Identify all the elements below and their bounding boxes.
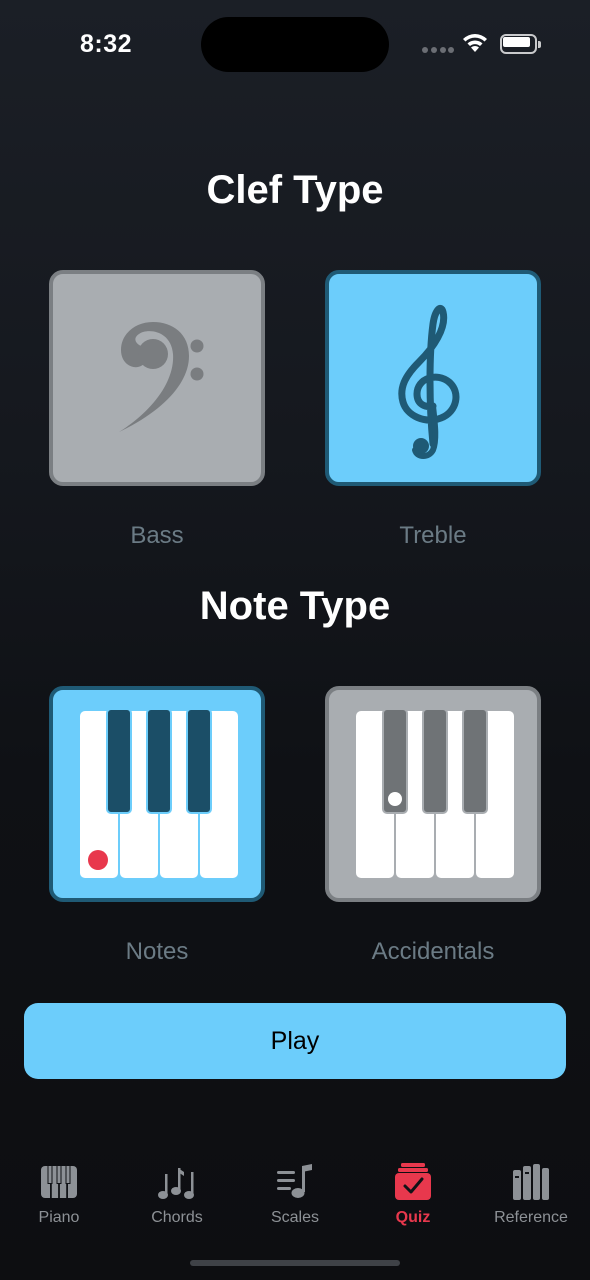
home-indicator[interactable]: [190, 1260, 400, 1266]
accidentals-option[interactable]: [325, 686, 541, 902]
tab-quiz-label: Quiz: [395, 1209, 431, 1226]
battery-icon: [500, 34, 541, 54]
scales-icon: [277, 1164, 312, 1198]
quiz-icon: [395, 1163, 431, 1200]
piano-accidentals-icon: [356, 708, 514, 878]
reference-icon: [513, 1164, 549, 1200]
piano-icon: [41, 1166, 77, 1198]
treble-clef-option[interactable]: [325, 270, 541, 486]
tab-piano[interactable]: Piano: [0, 1150, 118, 1240]
tab-bar: Piano Chords Scales Quiz Reference: [0, 1150, 590, 1250]
cellular-signal-icon: [422, 47, 454, 53]
tab-reference[interactable]: Reference: [472, 1150, 590, 1240]
chords-icon: [158, 1168, 194, 1199]
bass-clef-option[interactable]: [49, 270, 265, 486]
status-time: 8:32: [80, 30, 133, 58]
tab-scales-label: Scales: [270, 1209, 320, 1226]
note-type-title: Note Type: [199, 584, 391, 628]
status-bar: 8:32: [0, 0, 590, 90]
piano-keys-icon: [80, 708, 238, 878]
accidentals-label: Accidentals: [371, 938, 495, 965]
treble-clef-icon: [398, 305, 460, 459]
play-button[interactable]: Play: [24, 1003, 566, 1079]
wifi-icon: [463, 34, 487, 52]
tab-chords[interactable]: Chords: [118, 1150, 236, 1240]
dynamic-island: [201, 17, 389, 72]
notes-label: Notes: [125, 938, 189, 965]
bass-label: Bass: [130, 522, 184, 549]
bass-clef-icon: [119, 322, 204, 432]
tab-chords-label: Chords: [151, 1209, 203, 1226]
tab-quiz[interactable]: Quiz: [354, 1150, 472, 1240]
notes-option[interactable]: [49, 686, 265, 902]
treble-label: Treble: [399, 522, 467, 549]
tab-scales[interactable]: Scales: [236, 1150, 354, 1240]
tab-reference-label: Reference: [494, 1209, 568, 1226]
clef-type-title: Clef Type: [206, 168, 384, 212]
tab-piano-label: Piano: [38, 1209, 80, 1226]
